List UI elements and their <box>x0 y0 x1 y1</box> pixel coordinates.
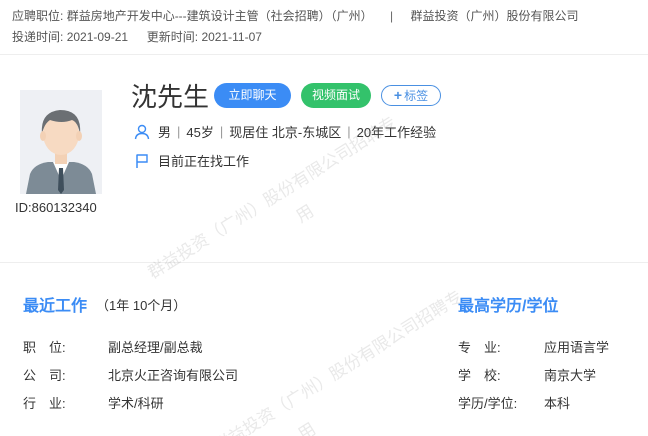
industry-field-value: 学术/科研 <box>108 396 164 411</box>
tag-label: 标签 <box>404 89 429 103</box>
industry-field-label: 行 业: <box>23 396 66 411</box>
degree-label: 学历/学位: <box>458 396 518 411</box>
time-row: 投递时间: 2021-09-21 更新时间: 2021-11-07 <box>12 27 636 48</box>
company-name[interactable]: 群益投资（广州）股份有限公司 <box>411 9 579 23</box>
delivered-label: 投递时间: <box>12 30 64 44</box>
plus-icon: + <box>393 87 403 103</box>
watermark-tail: 用 <box>292 201 318 227</box>
company-field-label: 公 司: <box>23 368 66 383</box>
watermark-lower: 群益投资（广州）股份有限公司招聘专 <box>210 287 466 436</box>
company-field-value: 北京火正咨询有限公司 <box>108 368 239 383</box>
work-experience: 20年工作经验 <box>356 125 437 140</box>
section-divider <box>0 262 648 263</box>
position-field-label: 职 位: <box>23 340 66 355</box>
candidate-id: ID:860132340 <box>15 200 97 215</box>
candidate-name: 沈先生 <box>131 82 210 112</box>
education-title: 最高学历/学位 <box>458 298 559 315</box>
updated-value: 2021-11-07 <box>201 30 262 44</box>
header-separator: | <box>390 9 394 23</box>
position-label: 应聘职位: <box>12 9 64 23</box>
position-field-value: 副总经理/副总裁 <box>108 340 203 355</box>
person-icon <box>134 124 150 140</box>
avatar <box>20 90 102 194</box>
location: 现居住 北京-东城区 <box>229 125 342 140</box>
major-value: 应用语言学 <box>544 340 610 355</box>
recent-work-title: 最近工作 <box>23 298 88 315</box>
updated-label: 更新时间: <box>146 30 199 44</box>
flag-icon <box>134 153 150 169</box>
application-header: 应聘职位: 群益房地产开发中心---建筑设计主管（社会招聘）（广州） | 群益投… <box>0 0 648 52</box>
avatar-illustration <box>20 90 102 194</box>
basic-info: 男 | 45岁 | 现居住 北京-东城区 | 20年工作经验 <box>134 122 436 141</box>
degree-value: 本科 <box>544 396 571 411</box>
position-row: 应聘职位: 群益房地产开发中心---建筑设计主管（社会招聘）（广州） | 群益投… <box>12 6 636 27</box>
job-status: 目前正在找工作 <box>134 151 249 170</box>
delivered-value: 2021-09-21 <box>66 30 129 44</box>
video-interview-button[interactable]: 视频面试 <box>301 83 371 108</box>
header-divider <box>0 54 648 55</box>
major-label: 专 业: <box>458 340 501 355</box>
add-tag-button[interactable]: + 标签 <box>381 85 441 106</box>
job-status-text: 目前正在找工作 <box>158 154 250 169</box>
school-label: 学 校: <box>458 368 501 383</box>
watermark-lower-tail: 用 <box>294 419 320 436</box>
gender: 男 <box>158 125 172 140</box>
school-value: 南京大学 <box>544 368 597 383</box>
age: 45岁 <box>186 125 214 140</box>
recent-work-duration: （1年 10个月） <box>96 298 187 313</box>
position-value[interactable]: 群益房地产开发中心---建筑设计主管（社会招聘）（广州） <box>67 9 373 23</box>
chat-now-button[interactable]: 立即聊天 <box>214 83 291 108</box>
